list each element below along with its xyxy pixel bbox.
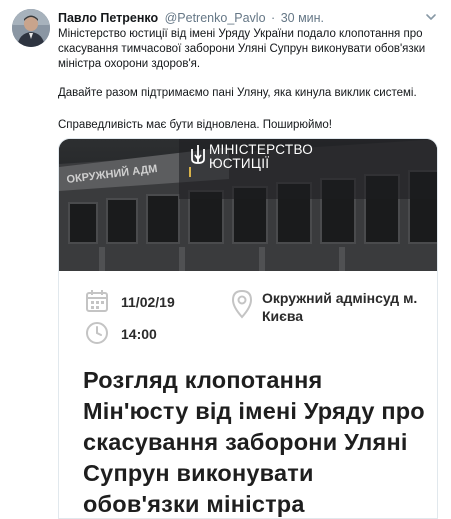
tweet-text: Міністерство юстиції від імені Уряду Укр… (58, 27, 430, 131)
event-info: 11/02/19 14:00 Окружний адмінсуд м. Києв… (59, 271, 437, 518)
avatar-photo (12, 9, 50, 47)
tweet: Павло Петренко @Petrenko_Pavlo · 30 мин.… (0, 0, 451, 519)
event-time: 14:00 (121, 326, 157, 342)
tweet-paragraph: Міністерство юстиції від імені Уряду Укр… (58, 28, 426, 70)
ministry-name-line2: ЮСТИЦІЇ (209, 156, 270, 171)
tweet-paragraph: Давайте разом підтримаємо пані Уляну, як… (58, 87, 417, 99)
court-building-photo: ОКРУЖНИЙ АДМ МІНІСТЕРСТВО ЮСТИЦІЇ (59, 139, 437, 271)
tweet-timestamp[interactable]: 30 мин. (281, 11, 324, 25)
avatar[interactable] (12, 9, 50, 47)
author-handle[interactable]: @Petrenko_Pavlo (165, 11, 266, 25)
chevron-down-icon[interactable] (424, 10, 438, 24)
author-name[interactable]: Павло Петренко (58, 11, 158, 25)
calendar-icon (86, 290, 108, 312)
header-separator: · (271, 11, 276, 25)
tweet-paragraph: Справедливість має бути відновлена. Поши… (58, 119, 332, 131)
ministry-logo-text: МІНІСТЕРСТВО ЮСТИЦІЇ (209, 143, 349, 171)
event-date: 11/02/19 (121, 294, 175, 310)
location-pin-icon (231, 289, 253, 319)
clock-icon (86, 322, 108, 344)
ministry-name-line1: МІНІСТЕРСТВО (209, 142, 314, 157)
media-card[interactable]: ОКРУЖНИЙ АДМ МІНІСТЕРСТВО ЮСТИЦІЇ 11/02/… (58, 138, 438, 519)
event-location: Окружний адмінсуд м. Києва (262, 290, 418, 324)
card-headline: Розгляд клопотання Мін'юсту від імені Ур… (83, 367, 425, 517)
tweet-header: Павло Петренко @Petrenko_Pavlo · 30 мин. (58, 10, 418, 26)
